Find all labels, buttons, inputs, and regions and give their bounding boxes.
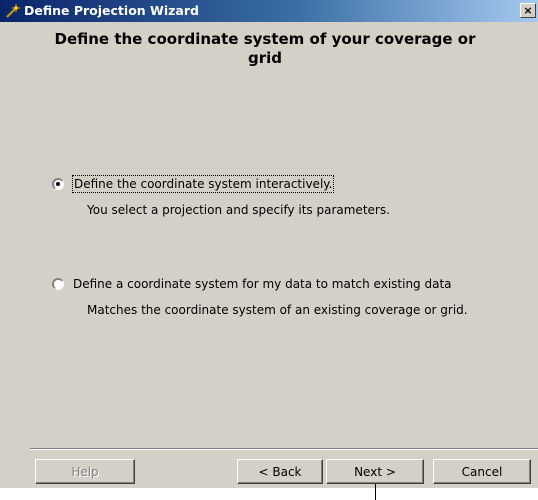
divider-highlight: [30, 449, 538, 450]
option-label-match-existing[interactable]: Define a coordinate system for my data t…: [73, 276, 452, 292]
next-button[interactable]: Next >: [326, 459, 424, 484]
window-title: Define Projection Wizard: [24, 3, 199, 18]
radio-match-existing[interactable]: [52, 278, 64, 290]
title-bar[interactable]: Define Projection Wizard ×: [0, 0, 538, 22]
wand-icon: [5, 3, 21, 19]
callout-line: [375, 484, 376, 500]
option-description-match-existing: Matches the coordinate system of an exis…: [87, 303, 468, 317]
radio-selected-dot: [56, 182, 60, 186]
radio-define-interactively[interactable]: [52, 178, 64, 190]
page-heading: Define the coordinate system of your cov…: [54, 30, 476, 67]
option-description-define-interactively: You select a projection and specify its …: [87, 203, 390, 217]
close-icon[interactable]: ×: [520, 3, 536, 18]
option-label-define-interactively[interactable]: Define the coordinate system interactive…: [71, 175, 335, 193]
cancel-button[interactable]: Cancel: [433, 459, 531, 484]
define-projection-wizard-window: Define Projection Wizard × Define the co…: [0, 0, 538, 488]
help-button[interactable]: Help: [35, 459, 135, 484]
back-button[interactable]: < Back: [237, 459, 323, 484]
